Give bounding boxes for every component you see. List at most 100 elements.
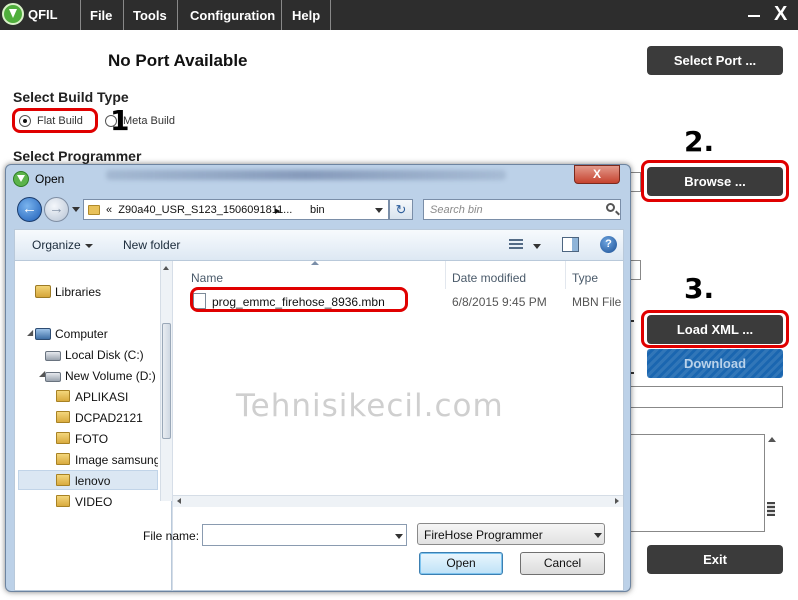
menu-separator <box>177 0 178 30</box>
annotation-number-1: 1 <box>110 104 130 137</box>
scroll-up-icon[interactable] <box>768 437 776 442</box>
nav-item-image-samsung[interactable]: Image samsung <box>75 453 158 467</box>
close-icon[interactable]: X <box>774 4 787 24</box>
folder-icon <box>56 390 70 402</box>
expand-arrow-icon[interactable]: ◢ <box>27 328 33 337</box>
port-status: No Port Available <box>108 51 248 70</box>
file-row-type: MBN File <box>572 295 622 309</box>
search-input[interactable]: Search bin <box>423 199 621 220</box>
dialog-title: Open <box>35 172 65 186</box>
nav-item-computer[interactable]: Computer <box>55 327 108 341</box>
annotation-number-3: 3. <box>684 272 715 305</box>
refresh-icon[interactable]: ↻ <box>389 199 413 220</box>
preview-pane-icon[interactable] <box>562 237 579 252</box>
menu-bar: QFIL File Tools Configuration Help X <box>0 0 798 30</box>
build-type-title: Select Build Type <box>13 89 129 105</box>
scroll-left-icon[interactable] <box>177 498 181 504</box>
nav-item-dcpad2121[interactable]: DCPAD2121 <box>75 411 143 425</box>
exit-button[interactable]: Exit <box>647 545 783 574</box>
folder-icon <box>56 474 70 486</box>
menu-help[interactable]: Help <box>292 8 320 23</box>
search-placeholder: Search bin <box>430 204 483 216</box>
column-type-header[interactable]: Type <box>572 271 598 285</box>
open-dialog: Open X ← → « Z90a40_USR_S123_1506091811.… <box>5 164 631 592</box>
help-icon[interactable]: ? <box>600 236 617 253</box>
address-bar[interactable]: « Z90a40_USR_S123_1506091811... ▸ bin <box>83 199 389 220</box>
sort-ascending-icon <box>311 261 319 265</box>
flat-build-radio[interactable] <box>19 115 31 127</box>
folder-icon <box>88 205 100 215</box>
browse-button[interactable]: Browse ... <box>647 167 783 196</box>
drive-icon <box>45 351 61 361</box>
address-prefix: « Z90a40_USR_S123_1506091811... <box>106 204 293 216</box>
menu-separator <box>123 0 124 30</box>
address-separator: ▸ <box>275 205 281 217</box>
select-port-button[interactable]: Select Port ... <box>647 46 783 75</box>
log-area[interactable] <box>628 434 765 532</box>
scroll-right-icon[interactable] <box>615 498 619 504</box>
menu-separator <box>330 0 331 30</box>
horizontal-scrollbar[interactable] <box>173 495 623 507</box>
computer-icon <box>35 328 51 340</box>
nav-item-new-volume[interactable]: New Volume (D:) <box>65 369 156 383</box>
address-current[interactable]: bin <box>310 204 325 216</box>
status-field <box>628 386 783 408</box>
flat-build-label: Flat Build <box>37 115 83 127</box>
file-type-select[interactable]: FireHose Programmer <box>417 523 605 545</box>
drive-icon <box>45 372 61 382</box>
download-button[interactable]: Download <box>647 349 783 378</box>
recent-locations-dropdown-icon[interactable] <box>72 207 80 212</box>
search-icon <box>606 203 615 212</box>
nav-item-libraries[interactable]: Libraries <box>55 285 101 299</box>
view-dropdown-icon[interactable] <box>533 244 541 249</box>
app-title: QFIL <box>28 7 58 22</box>
scrollbar-thumb[interactable] <box>767 502 775 516</box>
load-xml-button[interactable]: Load XML ... <box>647 315 783 344</box>
menu-tools[interactable]: Tools <box>133 8 167 23</box>
folder-icon <box>56 453 70 465</box>
watermark: Tehnisikecil.com <box>236 388 504 424</box>
forward-arrow-icon[interactable]: → <box>44 197 69 222</box>
column-separator <box>445 261 446 289</box>
back-arrow-icon[interactable]: ← <box>17 197 42 222</box>
file-name-dropdown-icon[interactable] <box>395 534 403 539</box>
open-button[interactable]: Open <box>419 552 503 575</box>
dialog-close-icon[interactable]: X <box>574 165 620 184</box>
meta-build-label: Meta Build <box>123 115 175 127</box>
dialog-app-icon <box>13 171 29 187</box>
nav-scrollbar[interactable] <box>160 261 172 501</box>
file-row-name[interactable]: prog_emmc_firehose_8936.mbn <box>212 295 385 309</box>
menu-file[interactable]: File <box>90 8 112 23</box>
programmer-title: Select Programmer <box>13 148 142 164</box>
minimize-icon[interactable] <box>748 15 760 17</box>
nav-item-foto[interactable]: FOTO <box>75 432 108 446</box>
scroll-up-icon[interactable] <box>163 266 169 270</box>
cancel-button[interactable]: Cancel <box>520 552 605 575</box>
column-date-header[interactable]: Date modified <box>452 271 526 285</box>
organize-button[interactable]: Organize <box>32 238 93 252</box>
file-type-value: FireHose Programmer <box>424 528 543 542</box>
folder-icon <box>56 432 70 444</box>
menu-separator <box>281 0 282 30</box>
menu-separator <box>80 0 81 30</box>
view-options-icon[interactable] <box>509 239 523 251</box>
menu-configuration[interactable]: Configuration <box>190 8 275 23</box>
chevron-down-icon <box>594 533 602 538</box>
nav-item-local-disk[interactable]: Local Disk (C:) <box>65 348 144 362</box>
column-separator <box>565 261 566 289</box>
nav-item-video[interactable]: VIDEO <box>75 495 112 509</box>
address-dropdown-icon[interactable] <box>375 208 383 213</box>
nav-item-lenovo[interactable]: lenovo <box>75 474 110 488</box>
libraries-icon <box>35 285 51 298</box>
qfil-logo-icon <box>2 3 24 25</box>
annotation-number-2: 2. <box>684 125 715 158</box>
nav-scrollbar-thumb[interactable] <box>162 323 171 439</box>
blurred-background <box>106 170 506 180</box>
file-name-label: File name: <box>143 529 200 543</box>
nav-item-aplikasi[interactable]: APLIKASI <box>75 390 128 404</box>
column-name-header[interactable]: Name <box>191 271 223 285</box>
address-path: Z90a40_USR_S123_1506091811... <box>118 204 293 216</box>
new-folder-button[interactable]: New folder <box>123 238 180 252</box>
file-name-input[interactable] <box>202 524 407 546</box>
dialog-toolbar: Organize New folder ? <box>14 229 624 261</box>
